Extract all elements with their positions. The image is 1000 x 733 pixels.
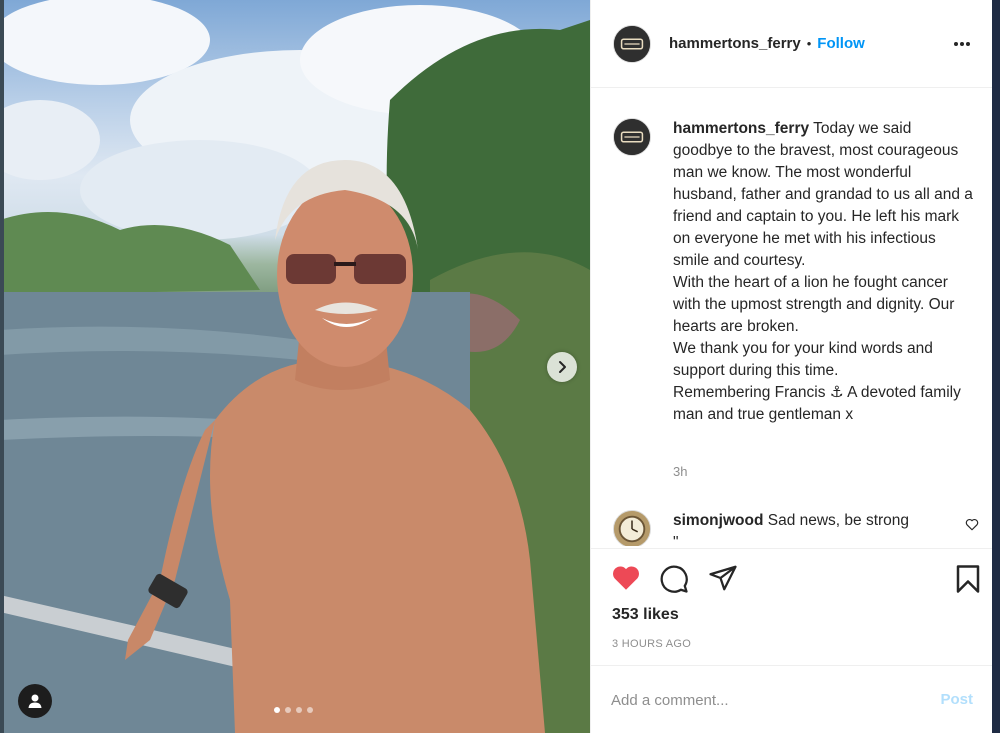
comment-username[interactable]: simonjwood (673, 512, 763, 529)
post-author-username[interactable]: hammertons_ferry (669, 35, 801, 52)
likes-count[interactable]: 353 likes (612, 606, 679, 624)
tagged-users-button[interactable] (18, 684, 52, 718)
ferry-logo-icon (614, 25, 650, 62)
comment-body: simonjwood Sad news, be strong " (673, 510, 953, 546)
post-caption: hammertons_ferry Today we said goodbye t… (613, 118, 983, 426)
chevron-right-icon (559, 361, 566, 373)
add-comment-bar: Post (591, 665, 993, 733)
carousel-dot (274, 707, 280, 713)
comment-overflow: " (673, 534, 679, 546)
paper-plane-icon (709, 565, 737, 591)
comment-input[interactable] (611, 688, 911, 712)
caption-username[interactable]: hammertons_ferry (673, 120, 809, 137)
avatar[interactable] (613, 118, 651, 156)
more-horizontal-icon (954, 42, 970, 46)
comment-text: Sad news, be strong (767, 512, 910, 529)
carousel-dot (285, 707, 291, 713)
post-header: hammertons_ferry • Follow (591, 0, 993, 88)
avatar[interactable] (613, 24, 651, 63)
ferry-logo-icon (614, 119, 650, 155)
more-options-button[interactable] (953, 34, 971, 52)
caption-line: We thank you for your kind words and sup… (673, 340, 938, 379)
clock-avatar-icon (614, 511, 650, 546)
carousel-indicator (274, 707, 313, 713)
post-actions (591, 560, 993, 600)
caption-paragraph: hammertons_ferry Today we said goodbye t… (673, 118, 973, 272)
photo-left-edge (0, 0, 4, 733)
carousel-dot (296, 707, 302, 713)
caption-line: Today we said goodbye to the bravest, mo… (673, 120, 978, 269)
follow-button[interactable]: Follow (817, 35, 865, 52)
divider (591, 548, 993, 549)
post-comment-button[interactable]: Post (940, 691, 973, 708)
post-photo[interactable] (0, 0, 590, 733)
comment-bubble-icon (660, 565, 688, 593)
comment-like-button[interactable] (965, 518, 979, 536)
caption-body: hammertons_ferry Today we said goodbye t… (673, 118, 973, 426)
comment-button[interactable] (659, 564, 689, 599)
post-side-panel: hammertons_ferry • Follow hammertons_fer… (590, 0, 1000, 733)
next-photo-button[interactable] (547, 352, 577, 382)
caption-timestamp[interactable]: 3h (673, 464, 687, 479)
heart-filled-icon (613, 566, 639, 590)
window-right-edge (992, 0, 1000, 733)
save-button[interactable] (955, 564, 981, 599)
post-date[interactable]: 3 HOURS AGO (612, 638, 691, 650)
like-button[interactable] (611, 564, 641, 596)
avatar[interactable] (613, 510, 651, 546)
separator-dot: • (806, 36, 812, 51)
comment-item: simonjwood Sad news, be strong " (613, 510, 985, 546)
caption-line: With the heart of a lion he fought cance… (673, 274, 959, 335)
photo-illustration (0, 0, 590, 733)
bookmark-icon (956, 565, 980, 593)
share-button[interactable] (708, 564, 738, 597)
caption-line: Remembering Francis ⚓ A devoted family m… (673, 384, 966, 423)
carousel-dot (307, 707, 313, 713)
person-icon (28, 694, 42, 708)
heart-outline-icon (965, 518, 979, 531)
